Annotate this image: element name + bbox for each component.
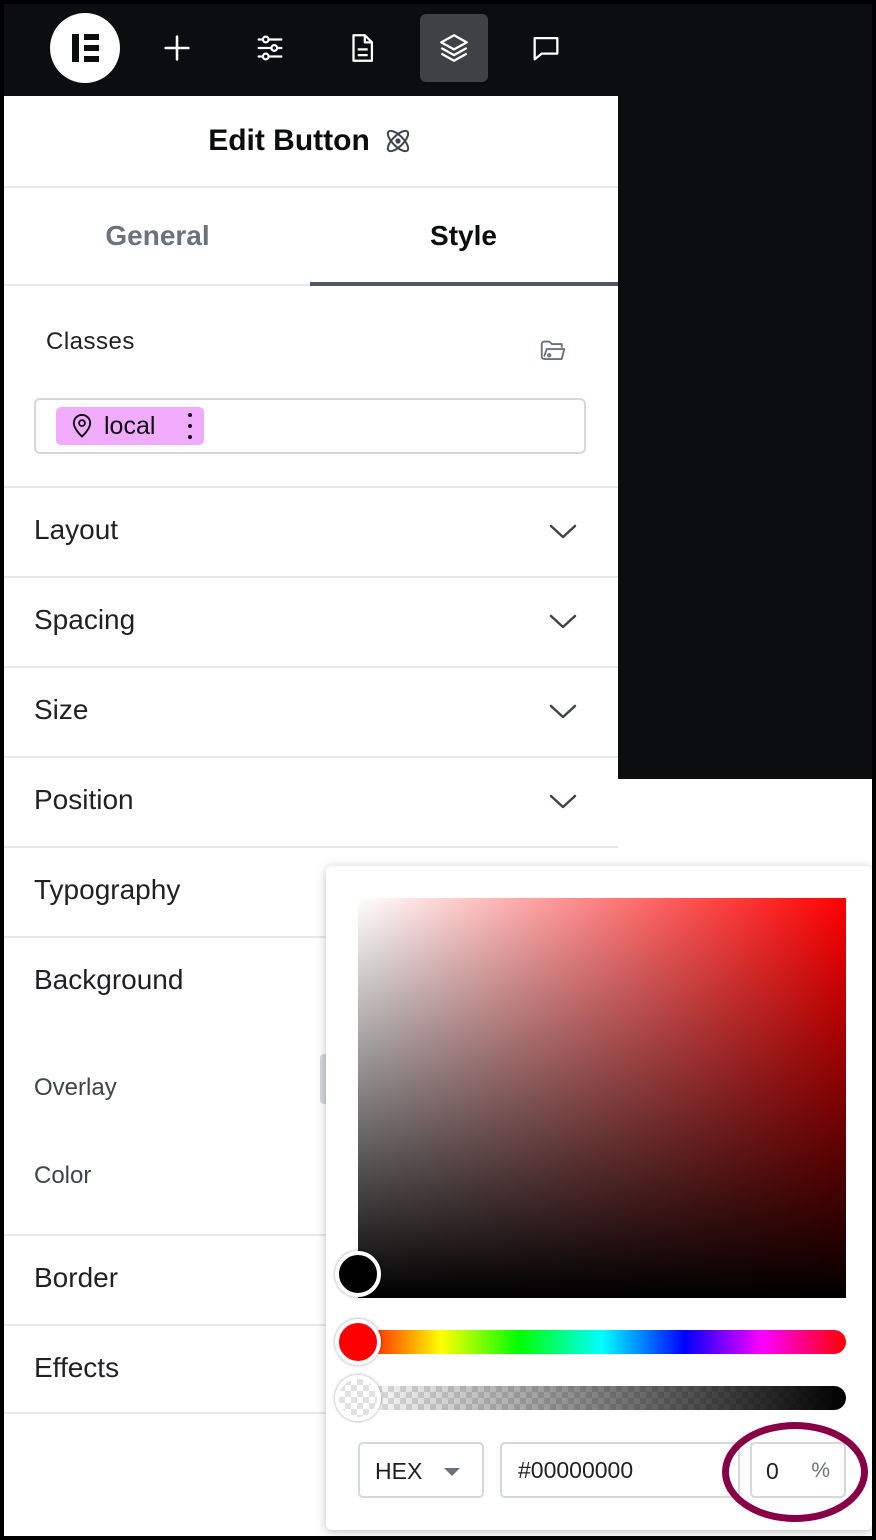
color-picker-popover: HEX 0 % — [326, 866, 872, 1530]
tab-general[interactable]: General — [4, 188, 311, 284]
chevron-down-icon — [549, 614, 577, 629]
plus-icon — [164, 35, 190, 61]
alpha-slider[interactable] — [358, 1386, 846, 1410]
panel-tabs: General Style — [4, 188, 618, 286]
section-label: Border — [34, 1262, 119, 1293]
section-label: Effects — [34, 1352, 120, 1383]
elementor-logo-icon[interactable] — [50, 13, 120, 83]
section-label: Position — [34, 784, 134, 815]
panel-title: Edit Button — [208, 124, 370, 157]
color-label: Color — [34, 1162, 92, 1189]
section-label: Typography — [34, 874, 181, 905]
alpha-handle[interactable] — [335, 1375, 381, 1421]
section-label: Background — [34, 964, 184, 995]
structure-button[interactable] — [420, 14, 488, 82]
tab-style[interactable]: Style — [310, 188, 618, 286]
section-size[interactable]: Size — [4, 666, 618, 756]
layers-icon — [440, 34, 468, 62]
chevron-down-icon — [549, 704, 577, 719]
section-label: Spacing — [34, 604, 136, 635]
hue-slider[interactable] — [358, 1330, 846, 1354]
chevron-down-icon — [549, 794, 577, 809]
saturation-area[interactable] — [358, 898, 846, 1298]
comment-icon — [533, 36, 559, 61]
class-chip-local[interactable]: local — [56, 407, 204, 445]
sliders-icon — [257, 35, 283, 61]
class-manager-icon[interactable] — [538, 334, 568, 364]
caret-down-icon — [444, 1468, 460, 1476]
location-pin-icon — [72, 414, 92, 438]
atom-icon — [386, 129, 409, 153]
panel-header: Edit Button — [4, 96, 618, 188]
hex-value-input[interactable] — [500, 1442, 740, 1498]
chevron-down-icon — [549, 524, 577, 539]
top-toolbar — [0, 0, 876, 96]
color-format-label: HEX — [375, 1458, 423, 1484]
page-settings-button[interactable] — [328, 14, 396, 82]
saturation-handle[interactable] — [335, 1251, 381, 1297]
highlight-annotation — [722, 1422, 868, 1522]
hue-handle[interactable] — [335, 1319, 381, 1365]
color-format-select[interactable]: HEX — [358, 1442, 484, 1498]
section-label: Size — [34, 694, 89, 725]
document-icon — [352, 34, 374, 62]
notes-button[interactable] — [512, 14, 580, 82]
overlay-label: Overlay — [34, 1074, 117, 1101]
section-layout[interactable]: Layout — [4, 486, 618, 576]
classes-selector[interactable]: local — [34, 398, 586, 454]
class-chip-label: local — [104, 411, 156, 440]
section-position[interactable]: Position — [4, 756, 618, 846]
site-settings-button[interactable] — [236, 14, 304, 82]
add-element-button[interactable] — [143, 14, 211, 82]
section-label: Layout — [34, 514, 119, 545]
classes-label: Classes — [46, 328, 135, 355]
section-spacing[interactable]: Spacing — [4, 576, 618, 666]
kebab-menu-icon[interactable] — [186, 413, 194, 439]
